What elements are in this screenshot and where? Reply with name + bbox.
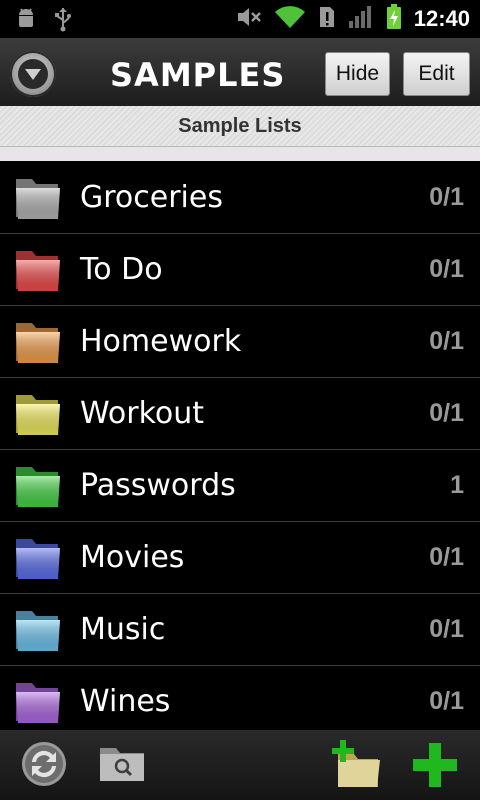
list-item-count: 0/1 xyxy=(429,183,464,211)
chevron-down-icon xyxy=(18,59,48,89)
list-item[interactable]: Homework 0/1 xyxy=(0,306,480,378)
list-item-count: 0/1 xyxy=(429,255,464,283)
list-item-label: Homework xyxy=(80,324,242,359)
list-item-label: Wines xyxy=(80,684,171,719)
bottom-toolbar xyxy=(0,730,480,800)
list-item[interactable]: Passwords 1 xyxy=(0,450,480,522)
wifi-icon xyxy=(274,5,306,33)
folder-icon xyxy=(14,175,62,221)
add-folder-icon[interactable] xyxy=(330,740,382,794)
list-item-label: Music xyxy=(80,612,166,647)
list-item-label: Movies xyxy=(80,540,185,575)
list-item[interactable]: Wines 0/1 xyxy=(0,666,480,738)
edit-button[interactable]: Edit xyxy=(403,52,470,96)
section-divider xyxy=(0,147,480,161)
page-title: SAMPLES xyxy=(110,56,286,94)
hide-button[interactable]: Hide xyxy=(325,52,390,96)
list-item[interactable]: To Do 0/1 xyxy=(0,234,480,306)
list-item[interactable]: Groceries 0/1 xyxy=(0,162,480,234)
list-item[interactable]: Movies 0/1 xyxy=(0,522,480,594)
list-item-label: Passwords xyxy=(80,468,236,503)
battery-charging-icon xyxy=(386,4,402,34)
signal-icon xyxy=(348,5,374,33)
android-debug-icon xyxy=(14,7,38,35)
folder-icon xyxy=(14,607,62,653)
list-item[interactable]: Music 0/1 xyxy=(0,594,480,666)
section-title: Sample Lists xyxy=(178,114,302,137)
status-time: 12:40 xyxy=(413,6,470,31)
search-folder-icon[interactable] xyxy=(98,740,148,790)
usb-icon xyxy=(52,6,74,36)
folder-icon xyxy=(14,319,62,365)
status-bar: 12:40 xyxy=(0,0,480,38)
folder-icon xyxy=(14,391,62,437)
folder-list: Groceries 0/1 To Do 0/1 Homework 0/1 Wor… xyxy=(0,162,480,738)
list-item-count: 0/1 xyxy=(429,543,464,571)
list-item-count: 0/1 xyxy=(429,615,464,643)
sync-icon[interactable] xyxy=(20,740,68,792)
list-item[interactable]: Workout 0/1 xyxy=(0,378,480,450)
folder-icon xyxy=(14,247,62,293)
mute-icon xyxy=(236,5,262,33)
list-item-label: Workout xyxy=(80,396,205,431)
folder-icon xyxy=(14,679,62,725)
alert-icon xyxy=(318,5,336,33)
folder-icon xyxy=(14,535,62,581)
list-item-label: Groceries xyxy=(80,180,223,215)
list-item-label: To Do xyxy=(80,252,163,287)
add-item-icon[interactable] xyxy=(410,740,460,794)
menu-button[interactable] xyxy=(10,51,56,97)
title-bar: SAMPLES Hide Edit xyxy=(0,38,480,106)
list-item-count: 0/1 xyxy=(429,687,464,715)
list-item-count: 1 xyxy=(450,471,464,499)
list-item-count: 0/1 xyxy=(429,399,464,427)
section-header: Sample Lists xyxy=(0,106,480,147)
folder-icon xyxy=(14,463,62,509)
list-item-count: 0/1 xyxy=(429,327,464,355)
